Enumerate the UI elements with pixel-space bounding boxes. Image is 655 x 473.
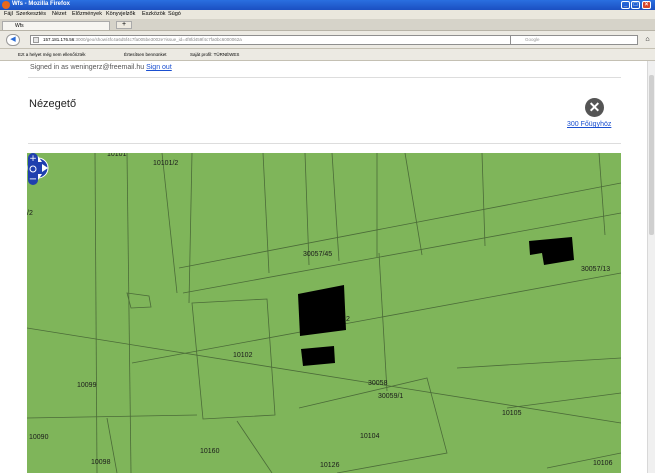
- parcel-30057-45-label: 30057/45: [303, 251, 332, 258]
- divider: [28, 77, 621, 78]
- menu-help[interactable]: Súgó: [168, 11, 181, 17]
- building-large: [298, 285, 346, 336]
- bookmark-profile[interactable]: Saját profil: TÜRNÉWES: [190, 52, 239, 57]
- divider: [28, 143, 621, 144]
- home-icon[interactable]: ⌂: [642, 35, 653, 45]
- bookmark-notify[interactable]: Értesítsen bennünket: [124, 52, 167, 57]
- parcel-10101-2-label: 10101/2: [153, 160, 178, 167]
- parcel-10102-label: 10102: [233, 352, 253, 359]
- menu-file[interactable]: Fájl: [4, 11, 13, 17]
- parcel-2-left-label: /2: [27, 210, 33, 217]
- firefox-logo-icon: [2, 1, 10, 9]
- menu-edit[interactable]: Szerkesztés: [16, 11, 46, 17]
- close-window-icon[interactable]: ×: [642, 1, 651, 9]
- window-title: Wfs - Mozilla Firefox: [12, 1, 71, 7]
- tab-label: Wfs: [15, 23, 24, 29]
- vertical-scrollbar[interactable]: [647, 61, 655, 473]
- search-input[interactable]: Google: [510, 35, 638, 45]
- bookmark-not-checked[interactable]: Ezt a helyet még nem ellenőrizték: [18, 52, 86, 57]
- parcel-10105-label: 10105: [502, 410, 522, 417]
- menu-tools[interactable]: Eszközök: [142, 11, 166, 17]
- close-viewer-icon[interactable]: ✕: [585, 98, 604, 117]
- site-favicon-icon: [33, 37, 39, 43]
- parcel-2-label: 2: [346, 316, 350, 323]
- menu-history[interactable]: Előzmények: [72, 11, 102, 17]
- building-small: [301, 346, 335, 366]
- parcel-10101-label-partial: 10101: [107, 153, 127, 158]
- parcel-10106-label: 10106: [593, 460, 613, 467]
- page-title: Nézegető: [29, 98, 77, 110]
- parcel-30059-1-label: 30059/1: [378, 393, 403, 400]
- back-button[interactable]: ◀: [6, 34, 20, 46]
- scrollbar-thumb[interactable]: [649, 75, 654, 235]
- parcel-10104-label: 10104: [360, 433, 380, 440]
- parcel-10090-label: 10090: [29, 434, 49, 441]
- signed-in-text: Signed in as weningerz@freemail.hu Sign …: [30, 64, 172, 71]
- maximize-icon[interactable]: □: [631, 1, 640, 9]
- parcel-10099-label: 10099: [77, 382, 97, 389]
- zoom-in-icon[interactable]: +: [29, 154, 37, 164]
- tab-wfs[interactable]: Wfs: [2, 21, 110, 30]
- map-canvas: 10101/2 10101 30057/45 30057/13 2 10102 …: [27, 153, 621, 473]
- zoom-control[interactable]: + −: [27, 153, 39, 185]
- parcel-10126-label: 10126: [320, 462, 340, 469]
- cadastral-map[interactable]: 10101/2 10101 30057/45 30057/13 2 10102 …: [27, 153, 621, 473]
- url-path: :3000/geo/show/4fc4a6d5f4c7fa005be3002e?…: [74, 37, 242, 42]
- url-bar[interactable]: 157.181.176.56:3000/geo/show/4fc4a6d5f4c…: [30, 35, 516, 45]
- menubar: Fájl Szerkesztés Nézet Előzmények Könyvj…: [0, 10, 655, 19]
- parcel-10098-label: 10098: [91, 459, 111, 466]
- signed-in-label: Signed in as weningerz@freemail.hu: [30, 64, 145, 71]
- window-titlebar: Wfs - Mozilla Firefox _ □ ×: [0, 0, 655, 10]
- minimize-icon[interactable]: _: [621, 1, 630, 9]
- menu-view[interactable]: Nézet: [52, 11, 66, 17]
- parcel-30057-13-label: 30057/13: [581, 266, 610, 273]
- page-content: Signed in as weningerz@freemail.hu Sign …: [0, 61, 647, 473]
- new-tab-button[interactable]: +: [116, 21, 132, 29]
- parcel-10160-label: 10160: [200, 448, 220, 455]
- parcel-30058-label: 30058: [368, 380, 388, 387]
- zoom-out-icon[interactable]: −: [29, 174, 37, 185]
- bookmarks-toolbar: Ezt a helyet még nem ellenőrizték Értesí…: [0, 49, 655, 61]
- back-to-footway-link[interactable]: 300 Főügyhöz: [567, 121, 611, 128]
- menu-bookmarks[interactable]: Könyvjelzők: [106, 11, 135, 17]
- url-host: 157.181.176.56: [43, 37, 75, 42]
- tab-strip: Wfs +: [0, 19, 655, 31]
- sign-out-link[interactable]: Sign out: [146, 64, 172, 71]
